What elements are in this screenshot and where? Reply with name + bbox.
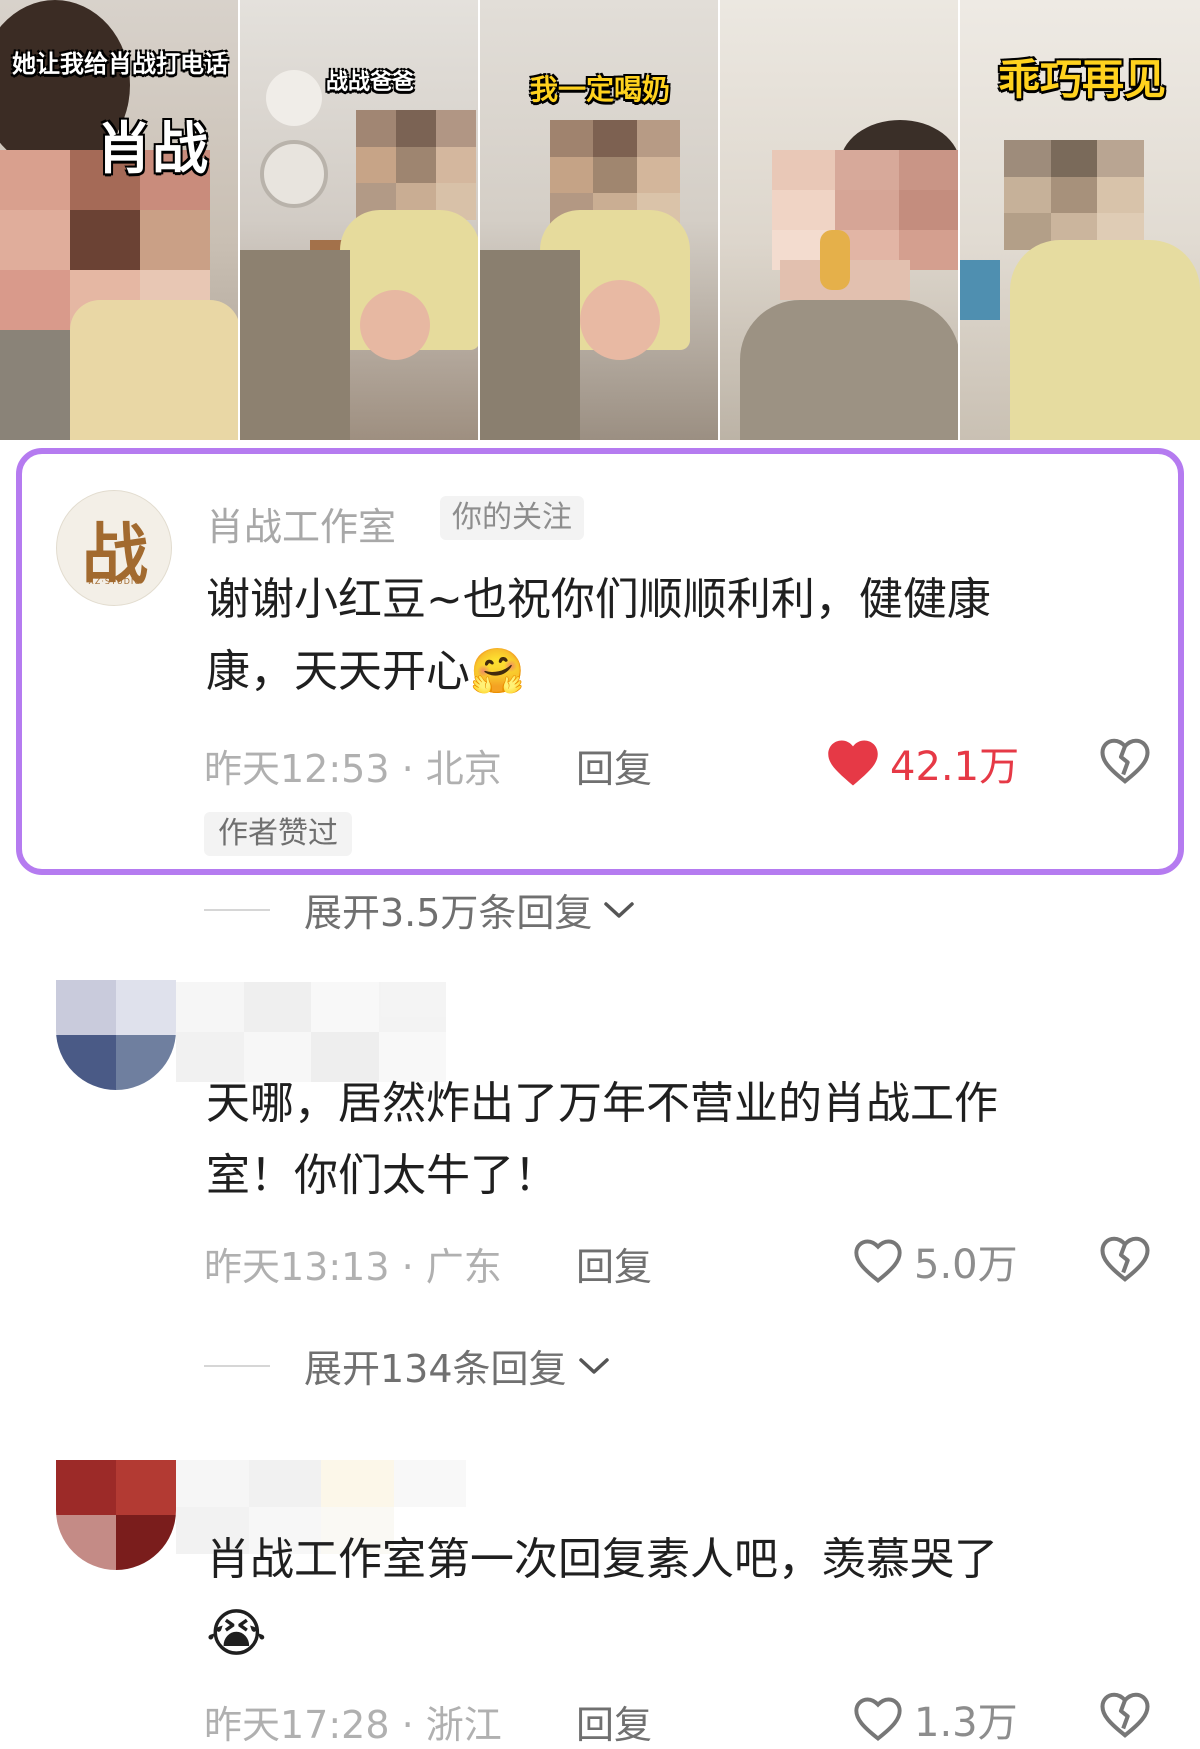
video-caption: 我一定喝奶 [530, 73, 671, 106]
author-liked-tag: 作者赞过 [204, 812, 352, 856]
user-avatar-blurred[interactable] [56, 980, 176, 1090]
following-badge: 你的关注 [440, 496, 584, 540]
comment-location: 广东 [425, 1245, 502, 1289]
like-button[interactable]: 5.0万 [852, 1232, 1018, 1290]
video-frame-2: 战战爸爸 [240, 0, 480, 440]
heart-filled-icon [828, 740, 878, 786]
like-count: 1.3万 [914, 1700, 1018, 1746]
video-caption: 乖巧再见 [998, 55, 1167, 104]
avatar-logo-subtext: XZ·STUDIO [88, 577, 142, 586]
chevron-down-icon [604, 901, 635, 918]
like-count: 42.1万 [890, 744, 1020, 790]
blurred-face [356, 110, 476, 220]
comment-location: 北京 [425, 747, 502, 791]
like-count: 5.0万 [914, 1242, 1018, 1288]
heart-outline-icon [854, 1239, 902, 1283]
like-button[interactable]: 1.3万 [852, 1690, 1018, 1748]
dislike-broken-heart-icon[interactable] [1098, 734, 1152, 788]
dislike-broken-heart-icon[interactable] [1098, 1232, 1152, 1286]
comment-meta: 昨天13:13 · 广东 [204, 1236, 502, 1291]
expand-divider-line [204, 1364, 270, 1367]
video-caption: 战战爸爸 [326, 70, 415, 95]
meta-separator: · [401, 1245, 414, 1289]
comment-text-line: 康，天天开心🤗 [206, 636, 525, 708]
video-frame-1: 她让我给肖战打电话 肖战 [0, 0, 240, 440]
comment-text-line: 肖战工作室第一次回复素人吧，羡慕哭了 [206, 1534, 998, 1585]
comment-meta: 昨天12:53 · 北京 [204, 738, 502, 793]
expand-replies-label: 展开134条回复 [304, 1347, 567, 1391]
expand-replies-label: 展开3.5万条回复 [304, 891, 593, 935]
expand-divider-line [204, 908, 270, 911]
video-frame-5: 乖巧再见 [960, 0, 1200, 440]
comment-time: 昨天17:28 [204, 1703, 390, 1747]
like-button[interactable]: 42.1万 [826, 734, 1019, 792]
reply-button[interactable]: 回复 [576, 1694, 652, 1749]
hug-emoji: 🤗 [470, 646, 525, 697]
heart-outline-icon [854, 1697, 902, 1741]
video-thumbnail-strip[interactable]: 她让我给肖战打电话 肖战 战战爸爸 我一定喝奶 乖巧再见 [0, 0, 1200, 440]
video-frame-3: 我一定喝奶 [480, 0, 720, 440]
comment-meta: 昨天17:28 · 浙江 [204, 1694, 502, 1749]
video-caption: 她让我给肖战打电话 [12, 50, 228, 78]
comment-time: 昨天13:13 [204, 1245, 390, 1289]
user-avatar-blurred[interactable] [56, 1460, 176, 1570]
comment-author-name[interactable]: 肖战工作室 [206, 496, 396, 551]
expand-replies-button[interactable]: 展开3.5万条回复 [204, 882, 636, 937]
comment-text-line: 室！你们太牛了！ [206, 1150, 558, 1201]
blurred-face [772, 150, 958, 270]
crying-emoji: 😭 [206, 1604, 267, 1664]
highlighted-comment-frame [16, 448, 1184, 875]
video-caption-large: 肖战 [96, 117, 208, 182]
expand-replies-button[interactable]: 展开134条回复 [204, 1338, 611, 1393]
meta-separator: · [401, 747, 414, 791]
comment-text-line: 谢谢小红豆~也祝你们顺顺利利，健健康 [206, 574, 991, 625]
reply-button[interactable]: 回复 [576, 738, 652, 793]
comment-location: 浙江 [425, 1703, 502, 1747]
studio-avatar[interactable]: 战 XZ·STUDIO [56, 490, 172, 606]
comment-time: 昨天12:53 [204, 747, 390, 791]
comment-text-line: 天哪，居然炸出了万年不营业的肖战工作 [206, 1078, 998, 1129]
blurred-face [1004, 140, 1144, 250]
meta-separator: · [401, 1703, 414, 1747]
video-frame-4 [720, 0, 960, 440]
dislike-broken-heart-icon[interactable] [1098, 1690, 1152, 1740]
comment-text-span: 康，天天开心 [206, 646, 470, 697]
username-blurred[interactable] [176, 982, 446, 1082]
reply-button[interactable]: 回复 [576, 1236, 652, 1291]
chevron-down-icon [578, 1357, 609, 1374]
